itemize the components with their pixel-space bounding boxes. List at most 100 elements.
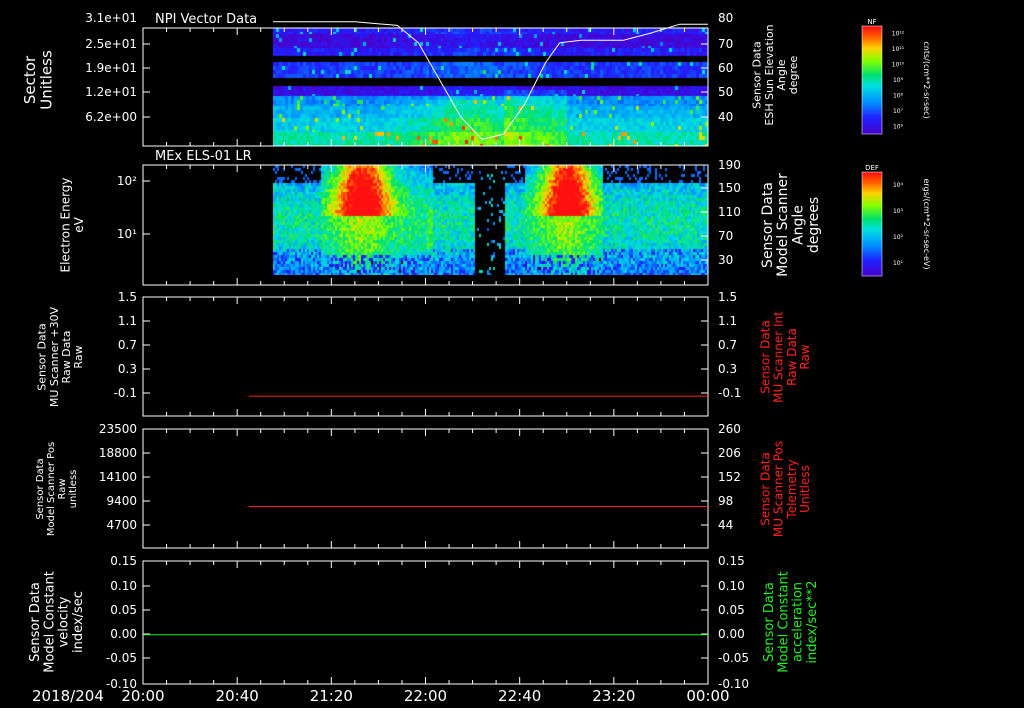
y-tick-label: 10¹ — [117, 227, 137, 241]
y2-axis-title-line: Angle — [775, 59, 788, 91]
y-axis-title-line: Sensor Data — [35, 458, 46, 519]
y-tick-label: 0.3 — [118, 362, 137, 376]
y-axis-title-line: index/sec — [71, 591, 86, 653]
y-tick-label: 4700 — [106, 518, 137, 532]
y2-axis-title-line: Sensor Data — [762, 582, 777, 662]
y2-axis-title-line: index/sec**2 — [805, 580, 820, 663]
npi-sector-spectrogram — [272, 28, 708, 146]
colorbar-unit-label: ergs/(cm**2-sr-sec-eV) — [922, 178, 931, 269]
y2-tick-label: 98 — [718, 494, 733, 508]
y-tick-label: 1.5 — [118, 290, 137, 304]
y2-axis-title: Sensor Data Model Scanner Angle degrees — [760, 173, 822, 277]
y-tick-label: 18800 — [99, 446, 137, 460]
y-axis-title-line: Raw Data — [60, 331, 73, 384]
colorbar: NF 10¹² 10¹¹ 10¹⁰ 10⁹ 10⁸ 10⁷ 10⁶ cnts/(cm**2-sr… — [861, 18, 931, 135]
y-tick-label: 1.2e+01 — [85, 85, 137, 99]
y-tick-label: -0.05 — [106, 651, 137, 665]
colorbar-tick-label: 10¹ — [893, 260, 904, 267]
y2-tick-label: 1.1 — [718, 314, 737, 328]
y2-axis-title-line: Unitless — [798, 465, 812, 513]
y-tick-label: 0.00 — [110, 627, 137, 641]
time-tick-label: 00:00 — [686, 687, 729, 705]
date-label: 2018/204 — [32, 687, 104, 705]
y-axis-title-line: Sensor Data — [28, 582, 43, 662]
y2-tick-label: 40 — [718, 110, 733, 124]
y-tick-label: 3.1e+01 — [85, 11, 137, 25]
y2-axis-title: Sensor Data MU Scanner Pos Telemetry Unitle… — [758, 441, 812, 537]
ion-electron-stack-plot: NPI Vector Data 3.1e+01 2.5e+01 1.9e+01 1.2e… — [21, 11, 931, 705]
y2-tick-label: 50 — [718, 85, 733, 99]
colorbar-tick-label: 10³ — [893, 208, 904, 215]
y2-tick-label: 0.7 — [718, 338, 737, 352]
y-axis-title-line: Raw — [72, 345, 85, 368]
colorbar-tick-label: 10¹² — [892, 31, 905, 38]
y-tick-label: 2.5e+01 — [85, 37, 137, 51]
colorbar-unit-label: cnts/(cm**2-sr-sec) — [922, 41, 931, 118]
y2-axis-title-line: Sensor Data — [758, 320, 772, 394]
time-tick-label: 23:20 — [592, 687, 635, 705]
y2-axis-title-line: Telemetry — [785, 459, 799, 519]
y-axis-title: Sensor Data Model Constant velocity index/s… — [28, 571, 86, 673]
panel-frame — [142, 560, 709, 685]
time-tick-label: 22:00 — [404, 687, 447, 705]
colorbar-title: NF — [867, 18, 876, 26]
y2-axis-title-line: Angle — [791, 205, 807, 245]
y2-tick-label: 0.00 — [718, 627, 745, 641]
y-tick-label: 23500 — [99, 422, 137, 436]
y2-tick-label: 0.3 — [718, 362, 737, 376]
y-tick-label: 1.1 — [118, 314, 137, 328]
time-tick-label: 22:40 — [498, 687, 541, 705]
y-axis-title: SectorUnitless — [21, 50, 56, 110]
y-tick-label: 14100 — [99, 470, 137, 484]
y-tick-label: 0.05 — [110, 603, 137, 617]
y-axis-title-line: Sector — [21, 55, 39, 104]
y2-axis-title: Sensor Data MU Scanner Int Raw Data Raw — [758, 311, 812, 403]
panel-frame — [142, 296, 709, 417]
colorbar-tick-label: 10⁸ — [893, 92, 904, 99]
panel-title: MEx ELS-01 LR — [155, 149, 252, 164]
y2-tick-label: 60 — [718, 61, 733, 75]
y2-tick-label: 152 — [718, 470, 741, 484]
y-tick-label: 1.9e+01 — [85, 61, 137, 75]
colorbar-unit: ergs/(cm**2-sr-sec-eV) — [922, 178, 931, 269]
y2-tick-label: 190 — [718, 158, 741, 172]
y-axis-title-line: MU Scanner +30V — [48, 306, 61, 407]
y-tick-label: 0.10 — [110, 579, 137, 593]
y2-axis-title-line: Model Scanner — [775, 173, 791, 277]
y2-axis-title-line: degree — [787, 56, 800, 95]
y2-tick-label: 30 — [718, 253, 733, 267]
y2-tick-label: 206 — [718, 446, 741, 460]
colorbar-tick-label: 10⁷ — [893, 108, 904, 115]
panel-title: NPI Vector Data — [155, 12, 257, 27]
time-tick-label: 20:00 — [121, 687, 164, 705]
y-axis-title-line: eV — [72, 216, 86, 232]
y2-tick-label: 110 — [718, 205, 741, 219]
y2-tick-label: 70 — [718, 229, 733, 243]
colorbar-tick-label: 10⁶ — [893, 123, 904, 130]
y-axis-title: Sensor Data MU Scanner +30V Raw Data Raw — [36, 306, 85, 407]
colorbar-tick-label: 10¹⁰ — [892, 62, 905, 69]
y-axis-title: Sensor Data Model Scanner Pos Raw unitless — [35, 442, 79, 536]
colorbar-tick-label: 10¹¹ — [892, 46, 905, 53]
colorbar-tick-label: 10⁴ — [893, 182, 904, 189]
y-tick-label: 0.15 — [110, 554, 137, 568]
els-energy-spectrogram — [272, 165, 708, 275]
y2-axis-title-line: Raw — [798, 344, 812, 369]
y2-tick-label: -0.05 — [718, 651, 749, 665]
y2-axis-title-line: Model Constant — [776, 571, 791, 673]
colorbar-unit: cnts/(cm**2-sr-sec) — [922, 41, 931, 118]
y-axis-title-line: unitless — [68, 470, 79, 509]
y2-tick-label: 44 — [718, 518, 733, 532]
panel-frame — [142, 428, 709, 549]
y2-tick-label: 0.05 — [718, 603, 745, 617]
spectrogram-layer — [272, 28, 708, 275]
y-axis-title-line: Raw — [57, 478, 68, 499]
y2-axis-title: Sensor Data Model Constant acceleration ind… — [762, 571, 820, 673]
y-axis-title-line: Electron Energy — [59, 177, 73, 272]
y-tick-label: 10² — [117, 174, 137, 188]
y-tick-label: 0.7 — [118, 338, 137, 352]
time-tick-label: 20:40 — [216, 687, 259, 705]
y2-axis-title-line: Sensor Data — [760, 182, 776, 268]
colorbar: DEF 10⁴ 10³ 10² 10¹ ergs/(cm**2-sr-sec-eV) — [861, 164, 931, 277]
y2-tick-label: -0.1 — [718, 386, 741, 400]
